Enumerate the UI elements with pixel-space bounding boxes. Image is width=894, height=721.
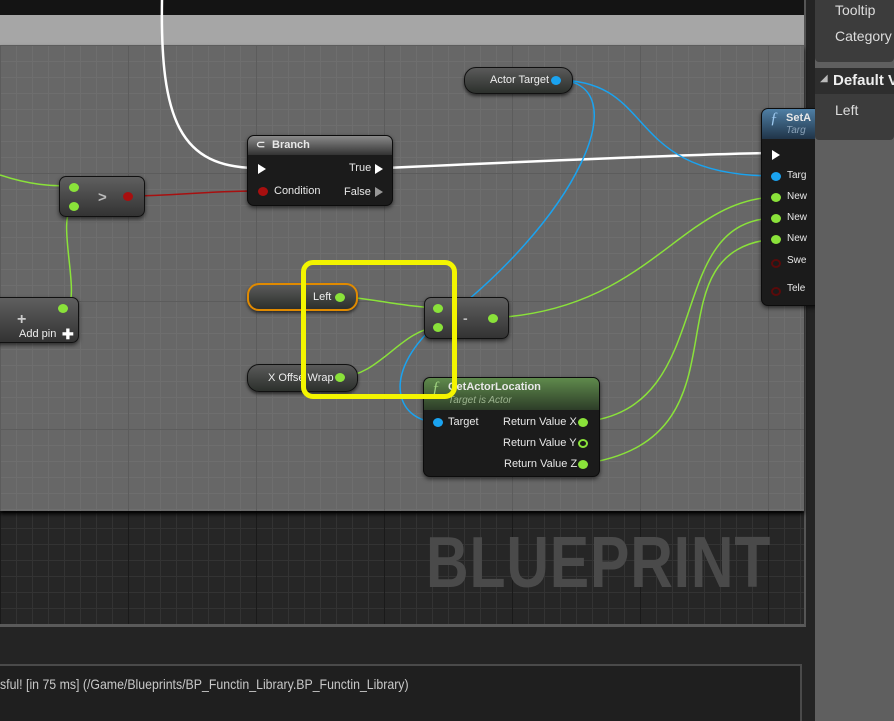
log-message: sful! [in 75 ms] (/Game/Blueprints/BP_Fu… [0,676,409,692]
pin-label: Swe [787,255,807,266]
exec-false-pin[interactable] [375,187,383,197]
highlight-annotation [301,260,457,399]
float-wire [581,238,776,465]
category-label: Category [835,28,892,44]
sweep-pin[interactable] [771,259,781,268]
add-pin-plus-icon[interactable]: ✚ [62,326,74,343]
bool-wire [127,190,263,197]
input-pin-a[interactable] [69,183,79,192]
compiler-results-log: sful! [in 75 ms] (/Game/Blueprints/BP_Fu… [0,664,802,721]
exec-wire [160,0,259,170]
target-pin[interactable] [771,172,781,181]
details-panel: Tooltip Category ◢ Default V Left [815,0,894,721]
node-title: GetActorLocation [448,381,541,393]
branch-icon: ⊂ [256,139,266,151]
new-x-pin[interactable] [771,193,781,202]
operator-symbol: - [463,310,468,326]
float-wire [491,196,776,319]
return-x-pin[interactable] [578,418,588,427]
float-wire [65,205,75,309]
pin-label: New [787,191,808,202]
exec-in-pin[interactable] [772,150,780,160]
actor-target-node[interactable]: Actor Target [464,67,573,94]
pin-label: New [787,212,808,223]
exec-true-pin[interactable] [375,164,383,174]
new-y-pin[interactable] [771,214,781,223]
default-value-section: ◢ Default V Left [815,68,894,140]
pin-label: Targ [787,170,807,181]
node-title: SetA [786,112,812,124]
operator-symbol: > [98,189,107,206]
pin-label: Tele [787,283,806,294]
return-y-label: Return Value Y [503,437,577,449]
node-subtitle: Target is Actor [448,395,512,406]
function-icon: ƒ [770,110,778,127]
condition-pin[interactable] [258,187,268,196]
condition-label: Condition [274,185,321,197]
plus-icon: + [17,311,27,328]
branch-node[interactable]: ⊂ Branch True Condition False [247,135,393,206]
bool-output-pin[interactable] [123,192,133,201]
float-wire [581,217,776,423]
pin-label: New [787,233,808,244]
output-pin[interactable] [58,304,68,313]
collapse-arrow-icon[interactable]: ◢ [820,73,828,84]
exec-in-pin[interactable] [258,164,266,174]
teleport-pin[interactable] [771,287,781,296]
new-z-pin[interactable] [771,235,781,244]
true-label: True [349,162,372,174]
actor-target-output-pin[interactable] [551,76,561,85]
tooltip-label: Tooltip [835,2,876,18]
add-pin-button[interactable]: Add pin [19,328,56,340]
return-y-pin[interactable] [578,439,588,448]
return-z-pin[interactable] [578,460,588,469]
section-title: Default V [833,72,894,89]
make-node[interactable]: + Add pin ✚ [0,297,79,343]
actor-target-label: Actor Target [490,74,550,86]
node-subtitle: Targ [786,125,806,136]
set-actor-location-node[interactable]: ƒ SetA Targ Targ New New New Swe Tele [761,108,821,306]
subtract-output-pin[interactable] [488,314,498,323]
return-z-label: Return Value Z [504,458,578,470]
target-pin[interactable] [433,418,443,427]
target-label: Target [448,416,479,428]
left-property-label: Left [835,102,859,118]
exec-wire [384,151,773,170]
return-x-label: Return Value X [503,416,577,428]
branch-title: Branch [272,139,310,151]
input-pin-b[interactable] [69,202,79,211]
greater-than-node[interactable]: > [59,176,145,217]
graph-settings-section: Tooltip Category [815,0,894,62]
false-label: False [344,186,371,198]
